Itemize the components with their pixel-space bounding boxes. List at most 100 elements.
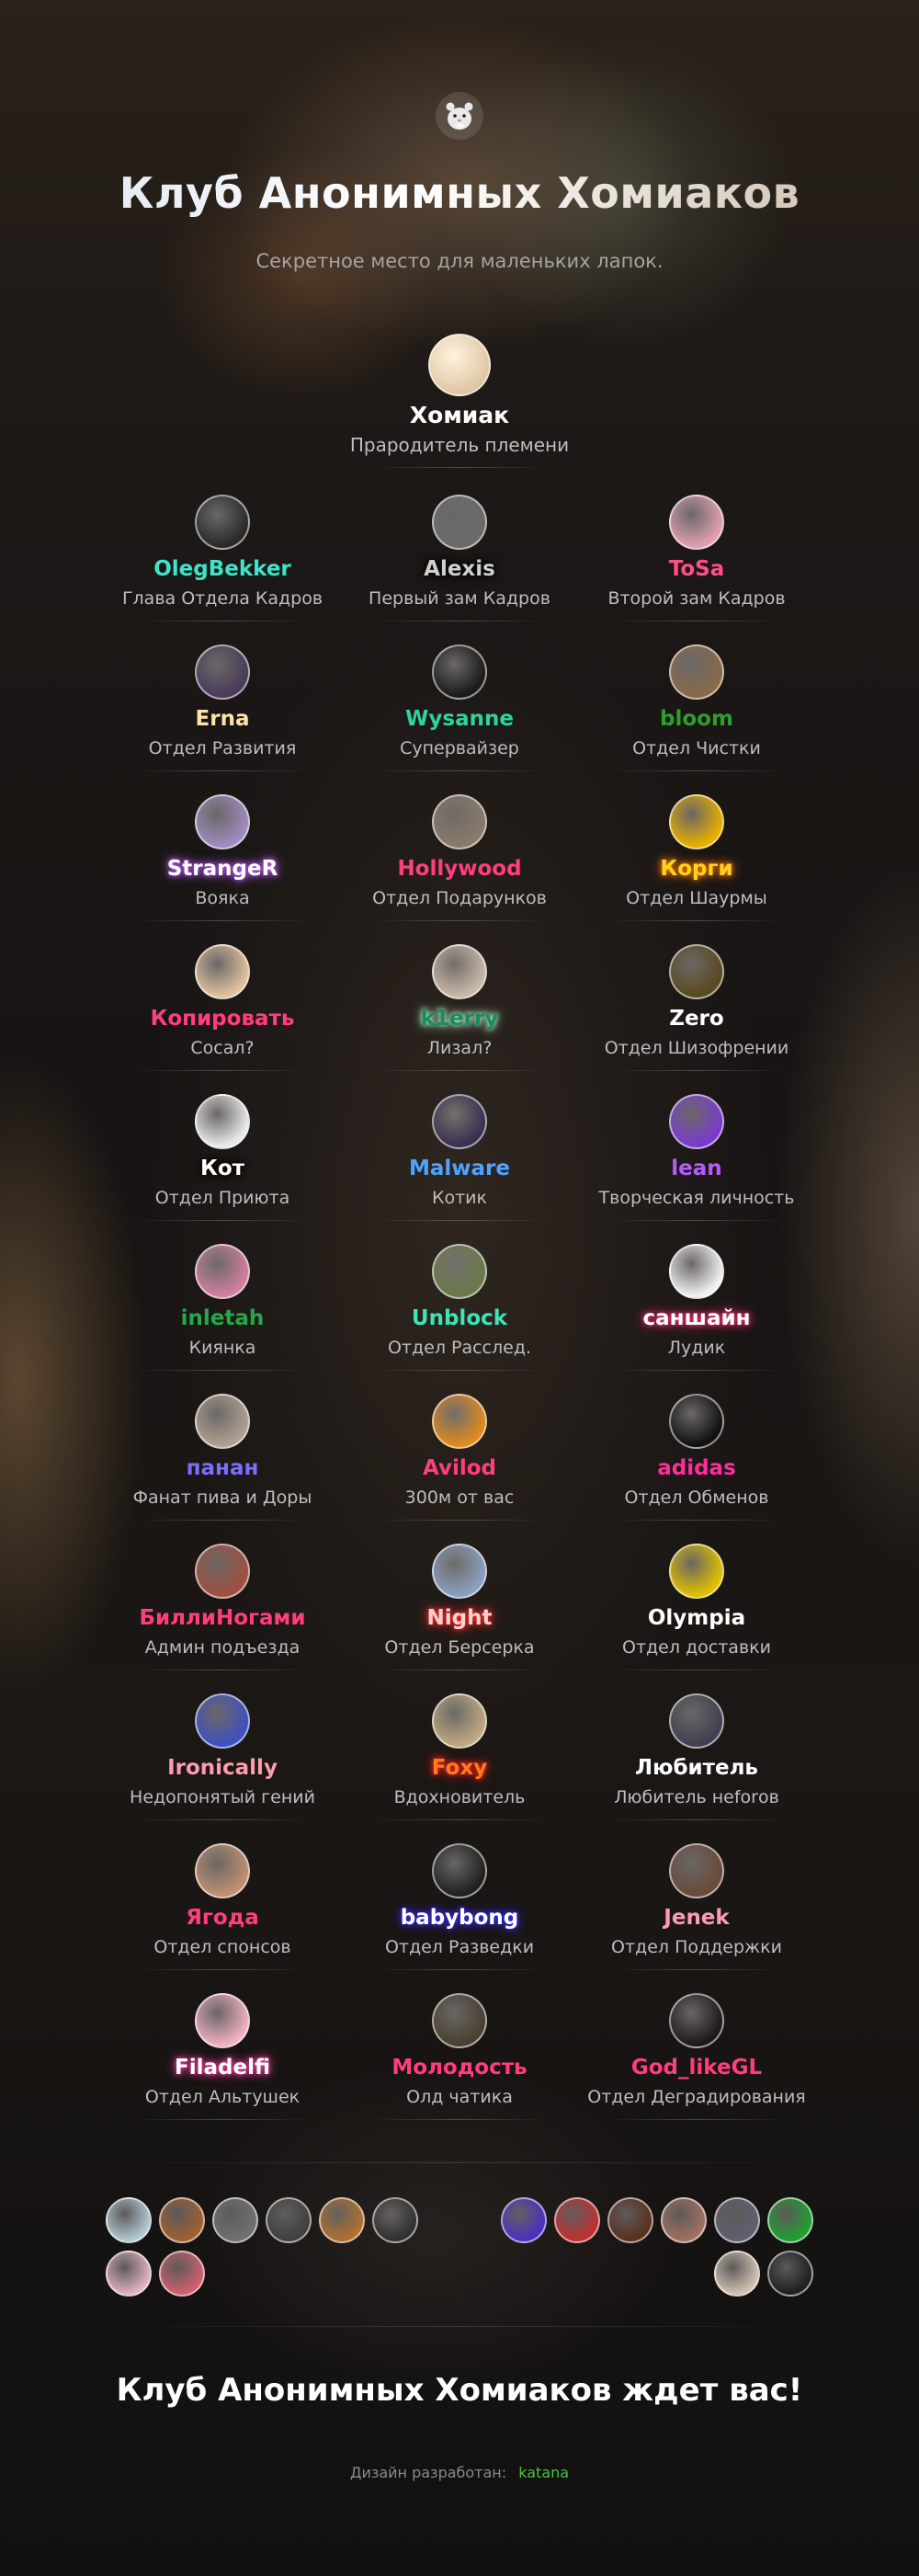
avatar-thumbnail[interactable] <box>106 2197 152 2243</box>
member-avatar[interactable] <box>432 1544 487 1599</box>
member-avatar[interactable] <box>669 1993 724 2048</box>
member-avatar[interactable] <box>195 1544 250 1599</box>
member-avatar[interactable] <box>195 794 250 849</box>
member-avatar[interactable] <box>669 644 724 700</box>
credit-link[interactable]: katana <box>518 2464 569 2481</box>
page-title: Клуб Анонимных Хомиаков <box>0 168 919 218</box>
member-role: Отдел Разведки <box>384 1937 535 1957</box>
member-nick: Ironically <box>167 1756 278 1780</box>
member-role: Отдел доставки <box>622 1637 771 1658</box>
page-subtitle: Секретное место для маленьких лапок. <box>255 250 664 272</box>
avatar-thumbnail[interactable] <box>661 2197 707 2243</box>
member-card: Filadelfi Отдел Альтушек <box>85 1993 360 2120</box>
member-role: Отдел Подарунков <box>372 888 547 908</box>
member-card: Ягода Отдел спонсов <box>85 1843 360 1970</box>
avatar-thumbnail[interactable] <box>212 2197 258 2243</box>
member-card: Zero Отдел Шизофрении <box>559 944 834 1071</box>
member-avatar[interactable] <box>195 944 250 999</box>
member-card: БиллиНогами Админ подъезда <box>85 1544 360 1670</box>
separator <box>609 1520 784 1521</box>
separator <box>372 1520 547 1521</box>
design-credit: Дизайн разработан: katana <box>0 2464 919 2481</box>
member-avatar[interactable] <box>669 1843 724 1898</box>
separator <box>609 1819 784 1820</box>
member-avatar[interactable] <box>195 1394 250 1449</box>
avatar-thumbnail[interactable] <box>159 2251 205 2297</box>
member-avatar[interactable] <box>195 1693 250 1749</box>
avatar-thumbnail[interactable] <box>607 2197 653 2243</box>
member-avatar[interactable] <box>432 644 487 700</box>
member-avatar[interactable] <box>432 1993 487 2048</box>
member-role: Лизал? <box>426 1038 493 1058</box>
member-card: babybong Отдел Разведки <box>322 1843 597 1970</box>
avatar-thumbnail[interactable] <box>266 2197 312 2243</box>
member-avatar[interactable] <box>432 1094 487 1149</box>
member-avatar[interactable] <box>432 1244 487 1299</box>
avatar-thumbnail[interactable] <box>714 2197 760 2243</box>
footer-title: Клуб Анонимных Хомиаков ждет вас! <box>116 2372 803 2409</box>
member-card: Молодость Олд чатика <box>322 1993 597 2120</box>
member-nick: Ягода <box>186 1906 259 1930</box>
member-role: Фанат пива и Доры <box>132 1487 312 1508</box>
avatar-thumbnail[interactable] <box>714 2251 760 2297</box>
member-avatar[interactable] <box>669 944 724 999</box>
avatar-thumbnail[interactable] <box>319 2197 365 2243</box>
avatar-thumbnail[interactable] <box>554 2197 600 2243</box>
member-nick: adidas <box>657 1456 736 1480</box>
member-role: Отдел Шизофрении <box>604 1038 789 1058</box>
page: Клуб Анонимных Хомиаков Секретное место … <box>0 0 919 2576</box>
member-card: Erna Отдел Развития <box>85 644 360 771</box>
member-avatar[interactable] <box>669 1244 724 1299</box>
avatar-thumbnail[interactable] <box>106 2251 152 2297</box>
member-avatar[interactable] <box>669 1544 724 1599</box>
avatar-thumbnail[interactable] <box>501 2197 547 2243</box>
member-avatar[interactable] <box>432 1394 487 1449</box>
member-card: k1erry Лизал? <box>322 944 597 1071</box>
member-card: God_likeGL Отдел Деградирования <box>559 1993 834 2120</box>
member-avatar[interactable] <box>669 794 724 849</box>
member-card: OlegBekker Глава Отдела Кадров <box>85 495 360 621</box>
member-avatar[interactable] <box>195 1843 250 1898</box>
member-avatar[interactable] <box>195 1094 250 1149</box>
separator <box>135 1969 310 1970</box>
separator <box>372 1819 547 1820</box>
member-nick: lean <box>671 1157 722 1180</box>
member-avatar[interactable] <box>432 1693 487 1749</box>
member-card: Avilod 300м от вас <box>322 1394 597 1521</box>
member-avatar[interactable] <box>669 1394 724 1449</box>
member-avatar[interactable] <box>432 794 487 849</box>
avatar-thumbnail[interactable] <box>372 2197 418 2243</box>
member-avatar[interactable] <box>669 1693 724 1749</box>
member-role: Супервайзер <box>400 738 519 758</box>
member-card: Night Отдел Берсерка <box>322 1544 597 1670</box>
member-avatar[interactable] <box>669 1094 724 1149</box>
member-role: Творческая личность <box>598 1188 795 1208</box>
avatar-thumbnail[interactable] <box>159 2197 205 2243</box>
separator <box>609 1220 784 1221</box>
member-avatar[interactable] <box>669 495 724 550</box>
member-avatar[interactable] <box>195 1244 250 1299</box>
member-nick: OlegBekker <box>153 557 291 581</box>
member-role: Отдел Чистки <box>632 738 761 758</box>
member-role: Отдел Деградирования <box>587 2087 806 2107</box>
member-avatar[interactable] <box>432 944 487 999</box>
member-card: Hollywood Отдел Подарунков <box>322 794 597 921</box>
member-role: Отдел спонсов <box>153 1937 291 1957</box>
avatar-thumbnail[interactable] <box>767 2251 813 2297</box>
separator <box>609 1070 784 1071</box>
member-avatar[interactable] <box>195 495 250 550</box>
separator <box>135 2119 310 2120</box>
member-avatar[interactable] <box>195 1993 250 2048</box>
member-role: Глава Отдела Кадров <box>121 588 323 609</box>
member-nick: БиллиНогами <box>139 1606 306 1630</box>
member-card: Unblock Отдел Расслед. <box>322 1244 597 1371</box>
member-role: Отдел Берсерка <box>384 1637 535 1658</box>
avatar-thumbnail[interactable] <box>767 2197 813 2243</box>
separator <box>135 1220 310 1221</box>
member-role: 300м от вас <box>404 1487 515 1508</box>
founder-avatar[interactable] <box>428 334 491 396</box>
member-avatar[interactable] <box>195 644 250 700</box>
member-avatar[interactable] <box>432 495 487 550</box>
separator <box>609 1370 784 1371</box>
member-avatar[interactable] <box>432 1843 487 1898</box>
